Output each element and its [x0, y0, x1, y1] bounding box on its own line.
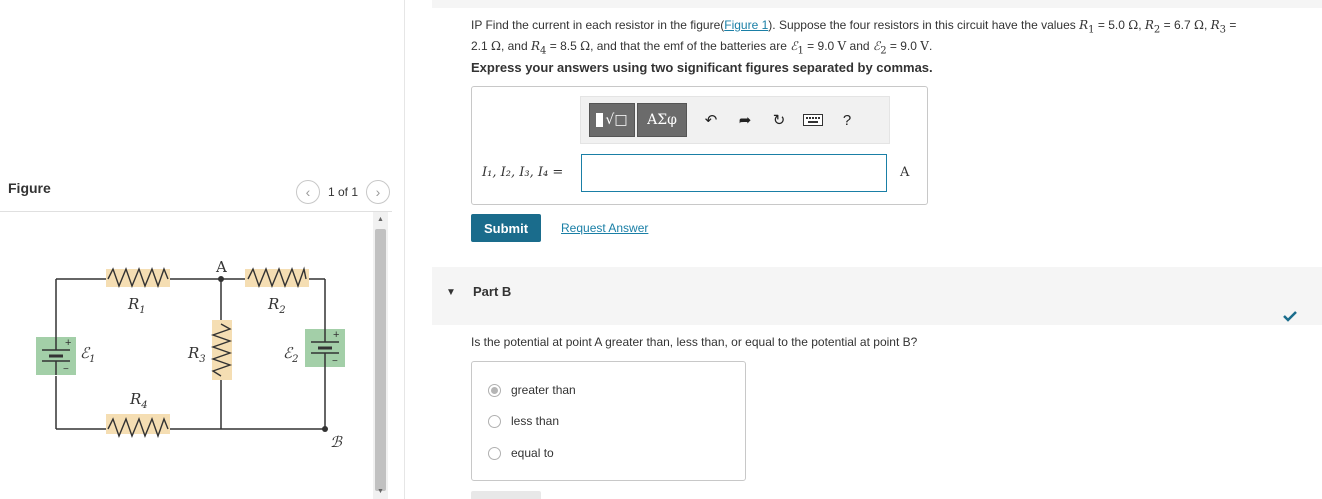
- radio-less-than[interactable]: [488, 414, 501, 428]
- check-icon: [1283, 311, 1297, 322]
- battery-e2: + −: [305, 329, 345, 367]
- figure-panel: Figure ‹ 1 of 1 › + − + − R1 R2 R3 R4 ℰ1…: [0, 0, 405, 499]
- top-strip: [432, 0, 1322, 8]
- scroll-down-arrow-icon[interactable]: ▼: [373, 484, 388, 499]
- equation-label: I₁, I₂, I₃, I₄ =: [482, 165, 564, 180]
- e2-label: ℰ2: [283, 344, 298, 365]
- content-panel: IP Find the current in each resistor in …: [432, 0, 1322, 499]
- unit-label: A: [900, 165, 910, 180]
- request-answer-link[interactable]: Request Answer: [561, 221, 648, 235]
- resistor-r4: [106, 414, 170, 439]
- part-b-submit-button[interactable]: [471, 491, 541, 499]
- resistor-r2: [245, 266, 309, 289]
- option-equal-to[interactable]: equal to: [488, 446, 554, 460]
- e2-plus-sign: +: [333, 329, 339, 341]
- answer-instruction: Express your answers using two significa…: [471, 60, 933, 75]
- chevron-left-icon: ‹: [305, 184, 311, 200]
- resistor-r1: [106, 267, 170, 289]
- scroll-up-arrow-icon[interactable]: ▲: [373, 212, 388, 227]
- r4-label: R4: [129, 390, 148, 411]
- e2-minus-sign: −: [332, 356, 338, 367]
- radio-equal-to[interactable]: [488, 446, 501, 460]
- figure-link[interactable]: Figure 1: [724, 18, 768, 32]
- battery-e1: + −: [36, 337, 76, 375]
- junction-a: [218, 276, 224, 282]
- figure-scrollbar[interactable]: ▲ ▼: [373, 212, 388, 499]
- math-toolbar: √□ ΑΣφ ↶ ➦ ↻ ?: [580, 96, 890, 144]
- point-a-label: A: [215, 258, 227, 276]
- caret-down-icon[interactable]: ▼: [446, 287, 456, 298]
- answer-input[interactable]: [581, 154, 887, 192]
- part-b-question: Is the potential at point A greater than…: [471, 335, 918, 349]
- circuit-diagram: + − + − R1 R2 R3 R4 ℰ1 ℰ2 ℬ A: [36, 258, 345, 451]
- part-b-header[interactable]: ▼ Part B: [432, 267, 1322, 325]
- resistor-r3: [210, 320, 233, 380]
- r1-label: R1: [127, 295, 146, 316]
- figure-pager-count: 1 of 1: [327, 185, 358, 199]
- templates-button[interactable]: √□: [589, 103, 635, 137]
- options-box: greater than less than equal to: [471, 361, 746, 481]
- next-figure-button[interactable]: ›: [366, 180, 390, 204]
- keyboard-icon[interactable]: [803, 110, 823, 130]
- figure-header: Figure ‹ 1 of 1 ›: [0, 172, 392, 212]
- greek-symbols-button[interactable]: ΑΣφ: [637, 103, 687, 137]
- radio-greater-than[interactable]: [488, 383, 501, 397]
- e1-label: ℰ1: [80, 344, 95, 365]
- e1-minus-sign: −: [63, 364, 69, 375]
- figure-pager: ‹ 1 of 1 ›: [295, 180, 390, 204]
- option-less-than[interactable]: less than: [488, 414, 559, 428]
- answer-box: √□ ΑΣφ ↶ ➦ ↻ ? I₁, I₂, I₃, I₄ = A: [471, 86, 928, 205]
- prev-figure-button[interactable]: ‹: [295, 180, 320, 204]
- r3-label: R3: [187, 344, 206, 365]
- part-b-title: Part B: [473, 284, 512, 299]
- submit-button[interactable]: Submit: [471, 214, 541, 242]
- junction-b: [322, 426, 328, 432]
- r2-label: R2: [267, 295, 286, 316]
- scroll-thumb[interactable]: [375, 229, 386, 491]
- undo-icon[interactable]: ↶: [701, 110, 721, 130]
- reset-icon[interactable]: ↻: [769, 110, 789, 130]
- chevron-right-icon: ›: [375, 184, 381, 200]
- redo-icon[interactable]: ➦: [735, 110, 755, 130]
- part-a-question: IP Find the current in each resistor in …: [471, 18, 1237, 57]
- figure-title: Figure: [8, 180, 51, 196]
- help-button[interactable]: ?: [837, 110, 857, 130]
- point-b-label: ℬ: [330, 433, 343, 451]
- option-greater-than[interactable]: greater than: [488, 383, 576, 397]
- e1-plus-sign: +: [65, 337, 71, 349]
- sqrt-template-icon: √□: [605, 112, 628, 128]
